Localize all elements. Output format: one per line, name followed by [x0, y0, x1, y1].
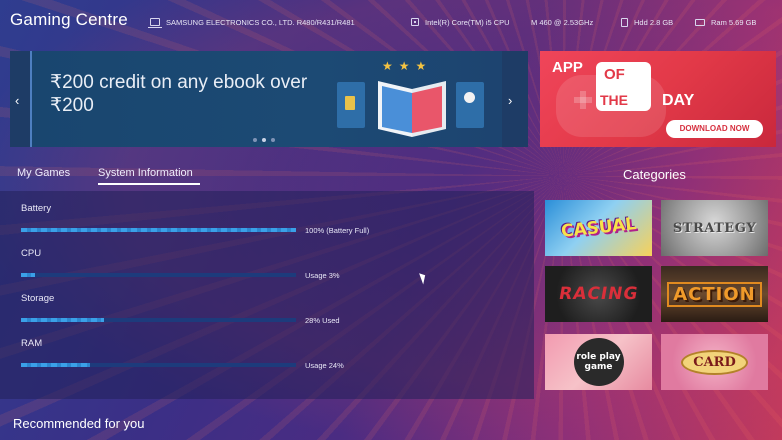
banner-accent-stripe — [30, 51, 32, 147]
open-book-icon — [378, 81, 446, 137]
banner-right-edge — [502, 51, 528, 147]
ram-info: Ram 5.69 GB — [695, 16, 756, 28]
category-casual-label: CASUAL — [560, 214, 637, 242]
ram-usage-value: Usage 24% — [305, 361, 344, 370]
battery-label: Battery — [21, 203, 52, 214]
category-role-play[interactable]: role play game — [545, 334, 652, 390]
category-card-label: CARD — [681, 349, 748, 375]
category-racing[interactable]: RACING — [545, 266, 652, 322]
cpu-progress-fill — [21, 273, 35, 277]
cpu-speed-info: M 460 @ 2.53GHz — [531, 16, 593, 28]
laptop-icon — [148, 18, 162, 28]
cpu-chip-icon — [411, 18, 419, 26]
storage-label: Storage — [21, 293, 55, 304]
category-role-play-label: role play game — [573, 338, 624, 386]
stars-decoration-icon: ★★★ — [382, 59, 433, 73]
aotd-app-text: APP — [552, 59, 583, 76]
storage-progress-fill — [21, 318, 104, 322]
battery-value: 100% (Battery Full) — [305, 226, 370, 235]
storage-value: 28% Used — [305, 316, 340, 325]
category-casual[interactable]: CASUAL — [545, 200, 652, 256]
cpu-name: Intel(R) Core(TM) i5 CPU — [425, 17, 510, 27]
ram-progress-fill — [21, 363, 90, 367]
carousel-dot[interactable] — [271, 138, 275, 142]
hdd-value: Hdd 2.8 GB — [634, 17, 674, 27]
app-of-the-day-card[interactable]: APP OF THE DAY DOWNLOAD NOW — [540, 51, 776, 147]
battery-progress-bar — [21, 228, 296, 232]
hdd-icon — [621, 17, 628, 27]
app-title: Gaming Centre — [10, 10, 128, 29]
recommended-title: Recommended for you — [13, 416, 145, 431]
ram-label: RAM — [21, 338, 43, 349]
category-card[interactable]: CARD — [661, 334, 768, 390]
category-strategy-label: STRATEGY — [672, 220, 757, 236]
categories-title: Categories — [623, 167, 686, 182]
category-action[interactable]: ACTION — [661, 266, 768, 322]
promo-banner[interactable]: ₹200 credit on any ebook over ₹200 ★★★ ‹… — [10, 51, 528, 147]
cpu-label: CPU — [21, 248, 42, 259]
category-racing-label: RACING — [557, 284, 640, 304]
banner-text: ₹200 credit on any ebook over ₹200 — [50, 72, 308, 116]
carousel-dot-active[interactable] — [262, 138, 266, 142]
cpu-progress-bar — [21, 273, 296, 277]
category-action-label: ACTION — [667, 281, 762, 307]
ram-value: Ram 5.69 GB — [711, 17, 757, 27]
carousel-prev-icon[interactable]: ‹ — [15, 93, 19, 108]
device-name: SAMSUNG ELECTRONICS CO., LTD. R480/R431/… — [166, 17, 355, 27]
carousel-next-icon[interactable]: › — [508, 93, 512, 108]
book-right-icon — [456, 82, 484, 128]
banner-left-edge — [10, 51, 30, 147]
download-now-button[interactable]: DOWNLOAD NOW — [666, 120, 763, 138]
cpu-value: Usage 3% — [305, 271, 340, 280]
device-info: SAMSUNG ELECTRONICS CO., LTD. R480/R431/… — [148, 16, 355, 28]
category-strategy[interactable]: STRATEGY — [661, 200, 768, 256]
active-tab-indicator — [98, 183, 200, 185]
tab-my-games[interactable]: My Games — [17, 167, 70, 179]
tab-system-information[interactable]: System Information — [98, 167, 193, 179]
book-left-icon — [337, 82, 365, 128]
aotd-day-text: DAY — [662, 92, 695, 109]
battery-progress-fill — [21, 228, 296, 232]
aotd-the-text: THE — [600, 92, 628, 108]
ram-progress-bar — [21, 363, 296, 367]
hdd-info: Hdd 2.8 GB — [621, 16, 673, 28]
system-info-panel — [0, 191, 534, 399]
carousel-dots — [253, 138, 275, 142]
ram-icon — [695, 18, 705, 26]
cpu-speed: M 460 @ 2.53GHz — [531, 17, 594, 27]
carousel-dot[interactable] — [253, 138, 257, 142]
aotd-of-text: OF — [604, 66, 625, 83]
storage-progress-bar — [21, 318, 296, 322]
cpu-info: Intel(R) Core(TM) i5 CPU — [411, 16, 510, 28]
